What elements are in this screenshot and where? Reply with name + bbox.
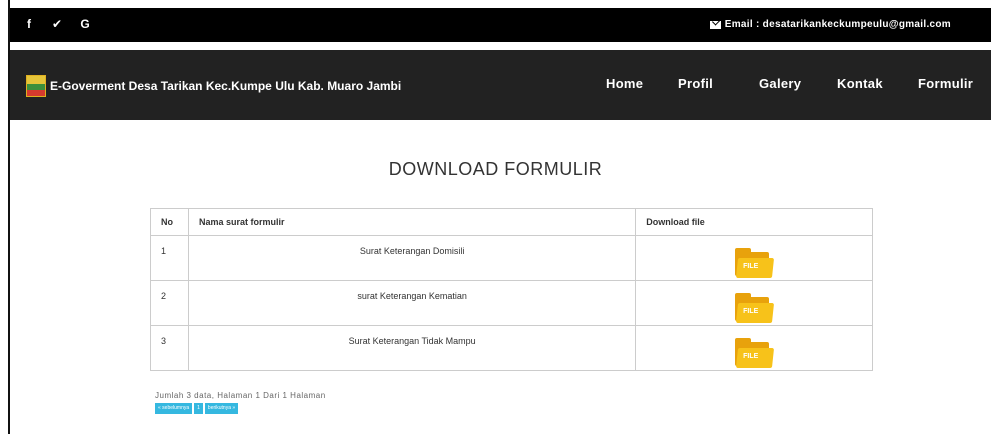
file-folder-icon[interactable]: FILE [735,338,775,368]
forms-table: No Nama surat formulir Download file 1 S… [150,208,873,371]
village-logo-icon [26,75,46,97]
envelope-icon [709,20,721,29]
prev-page-button[interactable]: « sebelumnya [155,403,193,414]
nav-galery[interactable]: Galery [759,76,801,91]
email-text: Email : desatarikankeckumpeulu@gmail.com [724,19,951,30]
pagination-info: Jumlah 3 data, Halaman 1 Dari 1 Halaman [155,391,326,400]
download-cell: FILE [635,325,873,371]
next-page-button[interactable]: berikutnya » [204,403,239,414]
facebook-icon[interactable]: f [22,17,36,31]
google-icon[interactable]: G [78,17,92,31]
row-number: 1 [150,235,189,281]
nav-home[interactable]: Home [606,76,643,91]
row-number: 3 [150,325,189,371]
form-name: surat Keterangan Kematian [187,280,637,326]
nav-profil[interactable]: Profil [678,76,713,91]
file-folder-icon[interactable]: FILE [735,293,775,323]
download-cell: FILE [635,280,873,326]
form-name: Surat Keterangan Domisili [187,235,637,281]
nav-formulir[interactable]: Formulir [918,76,973,91]
table-header-row: No Nama surat formulir Download file [150,208,873,236]
table-row: 2 surat Keterangan Kematian FILE [150,280,873,326]
page-title: DOWNLOAD FORMULIR [388,159,603,179]
email-link[interactable]: Email : desatarikankeckumpeulu@gmail.com [709,19,951,30]
pagination: « sebelumnya 1 berikutnya » [155,403,239,414]
header-download: Download file [635,208,873,236]
top-bar: f ✔ G Email : desatarikankeckumpeulu@gma… [10,8,991,42]
file-folder-icon[interactable]: FILE [735,248,775,278]
brand[interactable]: E-Goverment Desa Tarikan Kec.Kumpe Ulu K… [26,75,401,97]
file-label: FILE [743,263,759,270]
navbar: E-Goverment Desa Tarikan Kec.Kumpe Ulu K… [10,50,991,120]
brand-title: E-Goverment Desa Tarikan Kec.Kumpe Ulu K… [50,79,402,93]
download-cell: FILE [635,235,873,281]
form-name: Surat Keterangan Tidak Mampu [187,325,637,371]
table-row: 3 Surat Keterangan Tidak Mampu FILE [150,325,873,371]
row-number: 2 [150,280,189,326]
table-row: 1 Surat Keterangan Domisili FILE [150,235,873,281]
file-label: FILE [743,353,759,360]
header-no: No [150,208,189,236]
file-label: FILE [743,308,759,315]
twitter-icon[interactable]: ✔ [50,17,64,31]
nav-kontak[interactable]: Kontak [837,76,883,91]
header-name: Nama surat formulir [187,208,637,236]
page-1-button[interactable]: 1 [194,403,203,414]
social-links: f ✔ G [22,17,92,31]
